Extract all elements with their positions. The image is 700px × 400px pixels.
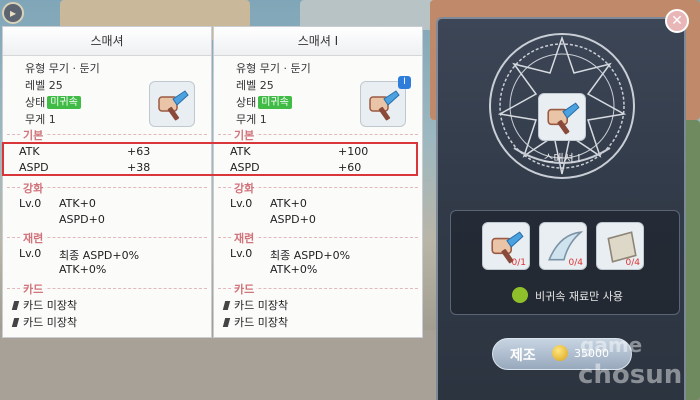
item-weight: 무게 1	[25, 113, 56, 126]
item-meta: 유형 무기 · 둔기 레벨 25 상태 미귀속 무게 1	[236, 60, 311, 128]
material-count: 0/4	[625, 258, 640, 268]
enhance-aspd: ASPD+0	[270, 213, 316, 226]
stat-atk: ATK +100	[230, 145, 369, 158]
bullet-icon	[11, 318, 20, 327]
item-meta: 유형 무기 · 둔기 레벨 25 상태 미귀속 무게 1	[25, 60, 100, 128]
enhance-atk: ATK+0	[59, 197, 96, 210]
smasher-hammer-icon	[547, 102, 580, 135]
card-slot: 카드 미장착	[11, 314, 77, 330]
unbound-badge: 미귀속	[258, 96, 292, 109]
card-slot: 카드 미장착	[222, 314, 288, 330]
item-level: 레벨 25	[236, 79, 274, 92]
enhance-atk: ATK+0	[270, 197, 307, 210]
material-slot[interactable]: 0/4	[539, 222, 587, 270]
refine-final-aspd: 최종 ASPD+0%	[59, 249, 140, 262]
result-item-name: 스매셔 I	[543, 152, 581, 165]
stat-aspd: ASPD +38	[19, 161, 151, 174]
enhance-aspd: ASPD+0	[59, 213, 105, 226]
item-weight: 무게 1	[236, 113, 267, 126]
item-type: 유형 무기 · 둔기	[236, 62, 311, 75]
refine-final-aspd: 최종 ASPD+0%	[270, 249, 351, 262]
section-enhance: 강화	[214, 180, 422, 196]
card-slot: 카드 미장착	[222, 297, 288, 313]
unbound-only-checkbox[interactable]	[512, 287, 528, 303]
unbound-only-label: 비귀속 재료만 사용	[535, 290, 623, 303]
back-arrow-icon[interactable]: ▸	[2, 2, 24, 24]
item-thumbnail: I	[360, 76, 411, 127]
material-slot[interactable]: 0/1	[482, 222, 530, 270]
enhance-level: Lv.0	[19, 197, 42, 210]
material-count: 0/1	[511, 258, 526, 268]
background-road	[0, 330, 440, 400]
section-refine: 재련	[3, 230, 211, 246]
item-card-current: 스매셔 유형 무기 · 둔기 레벨 25 상태 미귀속 무게 1 기본 ATK +6…	[2, 26, 212, 338]
item-thumbnail	[149, 81, 195, 127]
item-type: 유형 무기 · 둔기	[25, 62, 100, 75]
item-card-upgraded: 스매셔 I 유형 무기 · 둔기 레벨 25 상태 미귀속 무게 1 I 기본 A…	[213, 26, 423, 338]
watermark-bottom: chosun	[578, 360, 683, 390]
material-slot[interactable]: 0/4	[596, 222, 644, 270]
item-level: 레벨 25	[25, 79, 63, 92]
enhance-level: Lv.0	[230, 197, 253, 210]
section-refine: 재련	[214, 230, 422, 246]
unbound-badge: 미귀속	[47, 96, 81, 109]
bullet-icon	[222, 301, 231, 310]
section-card: 카드	[3, 281, 211, 297]
refine-level: Lv.0	[19, 247, 42, 260]
card-slot: 카드 미장착	[11, 297, 77, 313]
section-basic: 기본	[214, 127, 422, 143]
bullet-icon	[222, 318, 231, 327]
refine-atk: ATK+0%	[270, 263, 318, 276]
craft-button-label: 제조	[510, 348, 536, 364]
stat-aspd: ASPD +60	[230, 161, 362, 174]
item-card-title: 스매셔 I	[214, 27, 422, 56]
refine-atk: ATK+0%	[59, 263, 107, 276]
refine-level: Lv.0	[230, 247, 253, 260]
smasher-hammer-icon	[369, 90, 400, 121]
close-icon[interactable]: ✕	[665, 9, 689, 33]
stat-atk: ATK +63	[19, 145, 151, 158]
section-basic: 기본	[3, 127, 211, 143]
item-state: 상태 미귀속	[25, 94, 100, 111]
bullet-icon	[11, 301, 20, 310]
watermark-top: game	[580, 333, 643, 357]
state-label: 상태	[25, 96, 46, 109]
section-card: 카드	[214, 281, 422, 297]
state-label: 상태	[236, 96, 257, 109]
smasher-hammer-icon	[158, 90, 189, 121]
zeny-coin-icon	[552, 345, 568, 361]
result-item-thumbnail	[538, 93, 586, 141]
material-count: 0/4	[568, 258, 583, 268]
tier-badge: I	[398, 76, 411, 89]
section-enhance: 강화	[3, 180, 211, 196]
item-state: 상태 미귀속	[236, 94, 311, 111]
item-card-title: 스매셔	[3, 27, 211, 56]
